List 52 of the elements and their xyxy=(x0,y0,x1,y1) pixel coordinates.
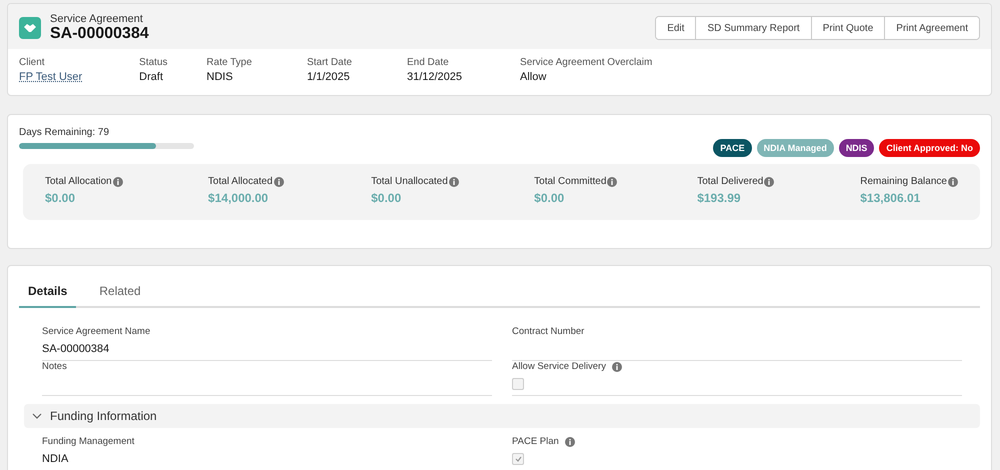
info-icon xyxy=(112,177,123,187)
object-type: Service Agreement xyxy=(50,12,144,24)
field-label: Status xyxy=(139,57,168,68)
field-label: Service Agreement Name xyxy=(42,326,150,337)
total-label: Remaining Balance xyxy=(860,176,947,187)
status-badge: Client Approved: No xyxy=(879,139,980,157)
total-label: Total Allocation xyxy=(45,176,112,187)
field-value: SA-00000384 xyxy=(42,343,110,355)
checkbox[interactable] xyxy=(512,378,524,390)
field-label: Contract Number xyxy=(512,326,584,337)
info-icon xyxy=(607,177,618,187)
total-label: Total Delivered xyxy=(697,176,764,187)
info-icon xyxy=(448,177,459,187)
field-label: End Date xyxy=(406,57,450,68)
total-value: $13,806.01 xyxy=(860,191,922,205)
field-value: 31/12/2025 xyxy=(406,71,462,83)
total-value: $14,000.00 xyxy=(208,191,270,205)
checkbox[interactable] xyxy=(512,453,524,465)
field-label: Allow Service Delivery xyxy=(512,361,606,372)
total-label: Total Unallocated xyxy=(371,176,448,187)
field-value: Draft xyxy=(139,71,164,83)
total-value: $0.00 xyxy=(45,191,76,205)
total-value: $0.00 xyxy=(371,191,402,205)
field-label: Rate Type xyxy=(206,57,252,68)
info-icon xyxy=(764,177,774,187)
tab[interactable]: Details xyxy=(19,278,76,308)
tab[interactable]: Related xyxy=(90,278,150,308)
field-label: Start Date xyxy=(306,57,352,68)
info-icon xyxy=(274,177,284,187)
section-header[interactable]: Funding Information xyxy=(24,404,980,428)
total-value: $193.99 xyxy=(697,191,742,205)
field-label: Client xyxy=(19,57,46,68)
status-badge: NDIS xyxy=(838,139,874,157)
action-button[interactable]: Print Agreement xyxy=(884,16,979,38)
total-label: Total Committed xyxy=(534,176,606,187)
total-label: Total Allocated xyxy=(208,176,273,187)
field-label: PACE Plan xyxy=(512,436,559,447)
field-label: Notes xyxy=(42,361,67,372)
field-label: Service Agreement Overclaim xyxy=(520,57,652,68)
field-value: NDIA xyxy=(42,453,70,465)
days-remaining-label: Days Remaining: 79 xyxy=(19,127,110,138)
record-title: SA-00000384 xyxy=(50,24,149,42)
field-value: NDIS xyxy=(206,71,234,83)
field-value: Allow xyxy=(520,71,548,83)
status-badge: NDIA Managed xyxy=(756,139,834,157)
total-value: $0.00 xyxy=(534,191,566,205)
client-link[interactable]: FP Test User xyxy=(19,71,82,83)
info-icon xyxy=(948,177,958,187)
field-value: 1/1/2025 xyxy=(306,71,351,83)
check-icon xyxy=(514,456,522,462)
field-label: Funding Management xyxy=(42,436,134,447)
status-badge: PACE xyxy=(713,139,752,157)
